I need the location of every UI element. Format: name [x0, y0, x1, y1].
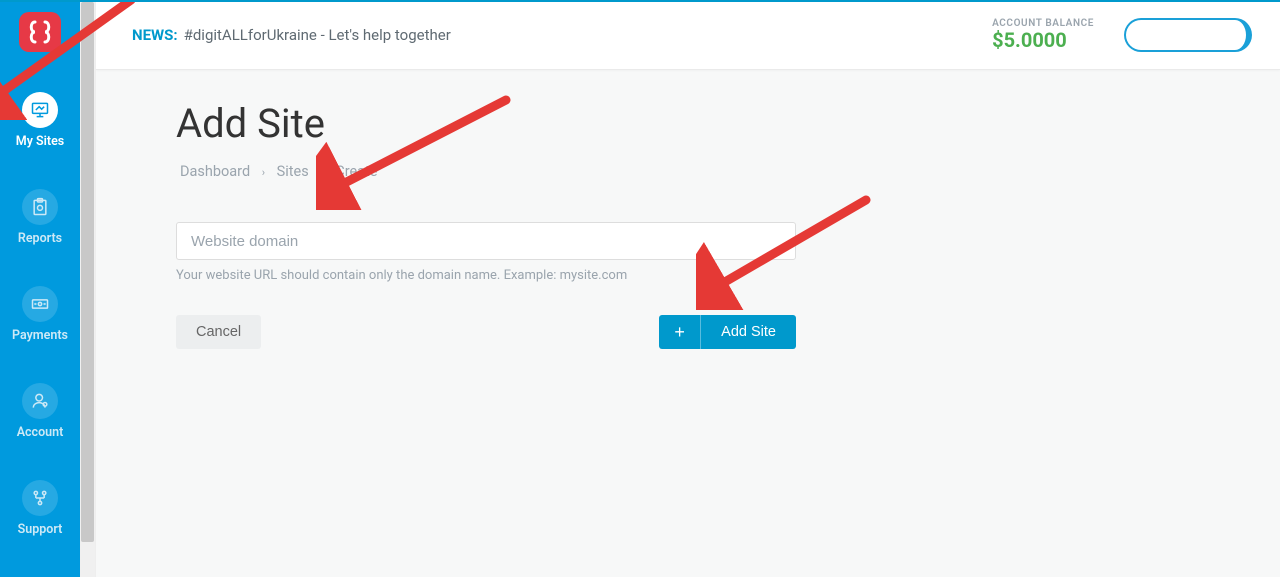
clipboard-icon — [22, 189, 58, 225]
presentation-icon — [22, 92, 58, 128]
chevron-right-icon: › — [320, 166, 323, 179]
chevron-right-icon: › — [262, 166, 265, 179]
breadcrumb-create: Create — [335, 163, 377, 180]
support-icon — [22, 480, 58, 516]
helper-text: Your website URL should contain only the… — [176, 268, 796, 283]
news-label: NEWS: — [132, 26, 178, 44]
sidebar-item-label: Support — [18, 522, 63, 537]
news-link[interactable]: #digitALLforUkraine - Let's help togethe… — [184, 26, 451, 44]
sidebar-item-payments[interactable]: Payments — [0, 286, 80, 343]
breadcrumb-dashboard[interactable]: Dashboard — [180, 163, 250, 180]
topbar-pill-button[interactable] — [1124, 18, 1252, 52]
main-area: NEWS: #digitALLforUkraine - Let's help t… — [96, 0, 1280, 577]
add-site-label: Add Site — [701, 315, 796, 349]
breadcrumb-sites[interactable]: Sites — [277, 163, 309, 180]
sidebar: My Sites Reports Payments Account Suppor — [0, 0, 80, 577]
sidebar-item-label: My Sites — [16, 134, 64, 149]
money-icon — [22, 286, 58, 322]
topbar: NEWS: #digitALLforUkraine - Let's help t… — [96, 0, 1280, 70]
sidebar-item-my-sites[interactable]: My Sites — [0, 92, 80, 149]
plus-icon: + — [659, 315, 701, 349]
scrollbar[interactable] — [80, 0, 96, 577]
sidebar-item-label: Payments — [12, 328, 68, 343]
user-icon — [22, 383, 58, 419]
balance-value: $5.0000 — [992, 29, 1094, 51]
sidebar-item-support[interactable]: Support — [0, 480, 80, 537]
website-domain-input[interactable] — [176, 222, 796, 260]
cancel-button[interactable]: Cancel — [176, 315, 261, 349]
sidebar-item-label: Account — [17, 425, 64, 440]
sidebar-item-label: Reports — [18, 231, 62, 246]
content: Add Site Dashboard › Sites › Create Your… — [96, 70, 1280, 379]
sidebar-item-reports[interactable]: Reports — [0, 189, 80, 246]
add-site-button[interactable]: + Add Site — [659, 315, 796, 349]
sidebar-item-account[interactable]: Account — [0, 383, 80, 440]
account-balance: ACCOUNT BALANCE $5.0000 — [992, 18, 1094, 51]
breadcrumb: Dashboard › Sites › Create — [176, 163, 1200, 180]
page-title: Add Site — [176, 100, 1200, 147]
app-logo[interactable] — [19, 12, 61, 52]
